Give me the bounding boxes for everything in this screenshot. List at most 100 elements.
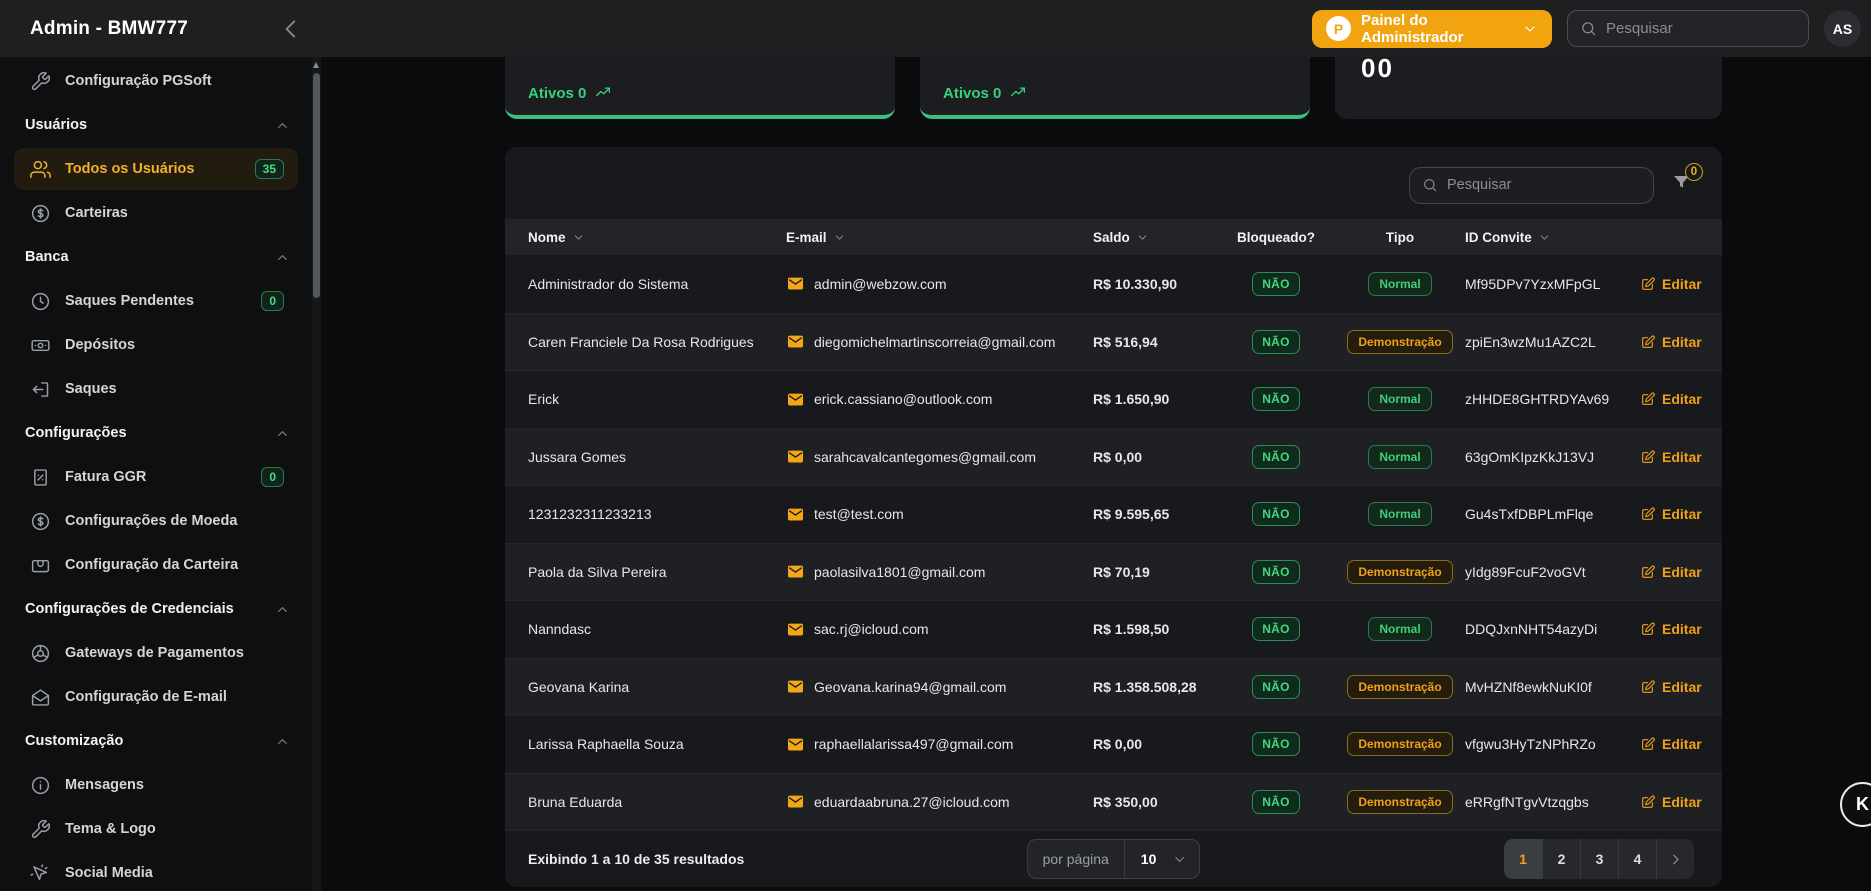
sidebar-item[interactable]: Social Media — [14, 852, 298, 891]
wallet-icon — [31, 559, 50, 572]
page-button[interactable]: 2 — [1542, 839, 1580, 879]
edit-button[interactable]: Editar — [1640, 506, 1722, 522]
user-email-text: erick.cassiano@outlook.com — [814, 391, 993, 408]
chevron-up-icon[interactable] — [275, 426, 290, 441]
type-badge: Normal — [1368, 444, 1432, 469]
column-header-id-convite[interactable]: ID Convite — [1465, 230, 1640, 245]
edit-button[interactable]: Editar — [1640, 391, 1722, 407]
pencil-icon — [1642, 680, 1655, 693]
sidebar-entry: Mensagens — [0, 763, 312, 807]
sidebar-section-header[interactable]: Usuários — [0, 103, 312, 147]
sidebar-item[interactable]: Depósitos — [14, 324, 298, 366]
table-row: 1231232311233213 test@test.com R$ 9.595,65… — [505, 485, 1722, 543]
sidebar-item-label: Carteiras — [65, 205, 128, 221]
table-search-input[interactable] — [1447, 177, 1641, 193]
table-row: Jussara Gomes sarahcavalcantegomes@gmail.… — [505, 427, 1722, 485]
user-name: Caren Franciele Da Rosa Rodrigues — [528, 333, 754, 350]
edit-button[interactable]: Editar — [1640, 794, 1722, 810]
sidebar-section-label: Configurações de Credenciais — [25, 601, 234, 617]
sidebar-entry: Configurações de Moeda — [0, 499, 312, 543]
sidebar-item[interactable]: Tema & Logo — [14, 808, 298, 850]
pencil-icon — [1642, 622, 1655, 636]
table-row: Nanndasc sac.rj@icloud.com R$ 1.598,50 NÃO N… — [505, 600, 1722, 658]
pencil-icon — [1642, 737, 1655, 751]
user-name: Administrador do Sistema — [528, 275, 689, 292]
next-page-button[interactable] — [1656, 839, 1694, 879]
filter-button[interactable]: 0 — [1671, 163, 1703, 198]
sidebar-item[interactable]: Saques — [14, 368, 298, 410]
type-cell: Demonstração — [1335, 559, 1465, 584]
pencil-icon — [1642, 507, 1655, 521]
blocked-badge: NÃO — [1252, 502, 1300, 527]
user-email: Geovana.karina94@gmail.com — [786, 677, 1093, 696]
sidebar-item-label: Mensagens — [65, 777, 144, 793]
blocked-badge: NÃO — [1252, 674, 1300, 699]
edit-button[interactable]: Editar — [1640, 679, 1722, 695]
user-balance: R$ 1.598,50 — [1093, 621, 1170, 638]
floating-widget-button[interactable]: K — [1840, 782, 1871, 827]
column-header-saldo[interactable]: Saldo — [1093, 230, 1217, 245]
sidebar-item[interactable]: Configuração de E-mail — [14, 676, 298, 718]
sidebar-section-header[interactable]: Configurações — [0, 411, 312, 455]
edit-button[interactable]: Editar — [1640, 276, 1722, 292]
sidebar-item[interactable]: Saques Pendentes 0 — [14, 280, 298, 322]
user-name: Jussara Gomes — [528, 448, 627, 465]
chevron-right-icon — [1673, 854, 1679, 864]
sort-chevron-icon[interactable] — [1538, 231, 1551, 244]
per-page-select[interactable]: por página 10 — [1026, 839, 1201, 879]
user-avatar[interactable]: AS — [1824, 10, 1861, 47]
type-badge: Normal — [1368, 502, 1432, 527]
scrollbar-up-arrow[interactable] — [313, 62, 319, 68]
edit-button[interactable]: Editar — [1640, 736, 1722, 752]
page-button[interactable]: 4 — [1618, 839, 1656, 879]
sort-chevron-icon[interactable] — [1136, 231, 1149, 244]
blocked-cell: NÃO — [1217, 674, 1335, 699]
sidebar-item[interactable]: Carteiras — [14, 192, 298, 234]
sidebar-collapse-button[interactable] — [278, 16, 304, 42]
sidebar-item[interactable]: Todos os Usuários 35 — [14, 148, 298, 190]
chevron-up-icon[interactable] — [275, 734, 290, 749]
sidebar-section-header[interactable]: Banca — [0, 235, 312, 279]
edit-button[interactable]: Editar — [1640, 564, 1722, 580]
wrench-icon — [31, 819, 50, 838]
sidebar-item[interactable]: Fatura GGR 0 — [14, 456, 298, 498]
chevron-up-icon[interactable] — [275, 250, 290, 265]
sidebar-item[interactable]: Configuração PGSoft — [14, 60, 298, 102]
sidebar-item[interactable]: Configurações de Moeda — [14, 500, 298, 542]
chevron-up-icon[interactable] — [275, 602, 290, 617]
page-button[interactable]: 1 — [1504, 839, 1542, 879]
table-footer: Exibindo 1 a 10 de 35 resultados por pág… — [505, 830, 1722, 887]
type-cell: Normal — [1335, 444, 1465, 469]
edit-button[interactable]: Editar — [1640, 334, 1722, 350]
sidebar-item[interactable]: Gateways de Pagamentos — [14, 632, 298, 674]
scrollbar-thumb[interactable] — [313, 73, 320, 298]
type-cell: Normal — [1335, 502, 1465, 527]
sidebar-section-header[interactable]: Customização — [0, 719, 312, 763]
sidebar-section-header[interactable]: Configurações de Credenciais — [0, 587, 312, 631]
blocked-cell: NÃO — [1217, 502, 1335, 527]
users-icon — [30, 160, 51, 178]
filter-count-badge: 0 — [1685, 163, 1703, 181]
column-header-email[interactable]: E-mail — [786, 230, 1093, 245]
sidebar-item[interactable]: Configuração da Carteira — [14, 544, 298, 586]
sort-chevron-icon[interactable] — [572, 231, 585, 244]
sidebar-item[interactable]: Mensagens — [14, 764, 298, 806]
admin-panel-button[interactable]: P Painel do Administrador — [1312, 9, 1552, 48]
user-balance: R$ 350,00 — [1093, 793, 1158, 810]
column-header-nome[interactable]: Nome — [505, 230, 786, 245]
global-search-input[interactable] — [1606, 20, 1796, 37]
sort-chevron-icon[interactable] — [833, 231, 846, 244]
chevron-down-icon — [1175, 856, 1185, 862]
edit-button[interactable]: Editar — [1640, 449, 1722, 465]
pencil-icon — [1642, 392, 1655, 406]
sidebar-entry: Configuração PGSoft — [0, 59, 312, 103]
table-row: Paola da Silva Pereira paolasilva1801@gma… — [505, 542, 1722, 600]
blocked-cell: NÃO — [1217, 444, 1335, 469]
type-cell: Demonstração — [1335, 674, 1465, 699]
user-name: Erick — [528, 391, 560, 408]
page-button[interactable]: 3 — [1580, 839, 1618, 879]
sidebar-scrollbar[interactable] — [312, 57, 321, 891]
edit-button[interactable]: Editar — [1640, 621, 1722, 637]
chevron-left-icon — [285, 20, 296, 38]
chevron-up-icon[interactable] — [275, 118, 290, 133]
